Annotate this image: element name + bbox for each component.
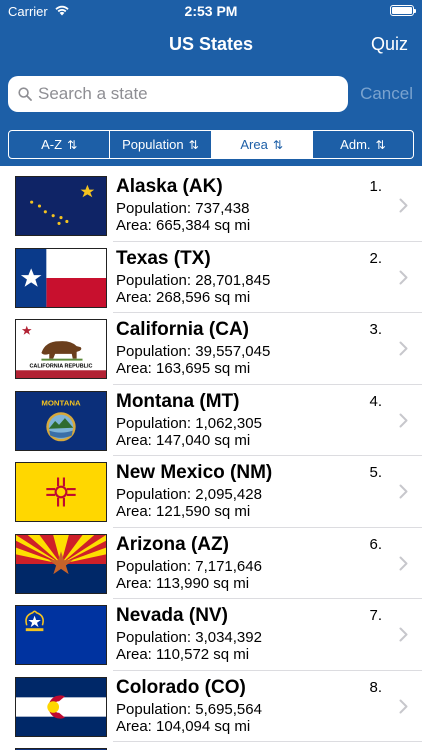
state-population: Population: 3,034,392 [116,629,262,646]
montana-flag-icon: MONTANA [15,390,107,451]
state-row-nevada[interactable]: Nevada (NV) Population: 3,034,392 Area: … [0,599,422,671]
state-row-montana[interactable]: MONTANA Montana (MT) Population: 1,062,3… [0,384,422,456]
search-row: Cancel [0,72,422,116]
state-row-partial[interactable] [0,742,422,750]
state-rank: 4. [369,392,382,410]
state-area: Area: 121,590 sq mi [116,503,251,520]
chevron-right-icon [399,198,408,213]
status-time: 2:53 PM [184,3,238,19]
state-name: Colorado (CO) [116,676,246,698]
state-population: Population: 1,062,305 [116,414,262,432]
navigation-bar: US States Quiz [0,24,422,64]
colorado-flag-icon [15,676,107,737]
segment-label: A-Z [41,137,63,152]
search-input[interactable] [38,76,338,112]
sort-area-segment[interactable]: Area ⇅ [211,131,313,158]
state-population: Population: 737,438 [116,200,250,217]
new-mexico-flag-icon [15,462,107,522]
header: Carrier 2:53 PM US States Quiz Cancel A-… [0,0,422,166]
state-rank: 2. [369,249,382,267]
state-name: Arizona (AZ) [116,533,229,555]
chevron-right-icon [399,556,408,570]
state-row-texas[interactable]: Texas (TX) Population: 28,701,845 Area: … [0,241,422,313]
state-name: California (CA) [116,319,249,340]
state-area: Area: 163,695 sq mi [116,360,251,377]
state-rank: 6. [369,535,382,553]
california-flag-icon: CALIFORNIA REPUBLIC [15,319,107,379]
state-area: Area: 147,040 sq mi [116,431,251,449]
quiz-button[interactable]: Quiz [371,34,408,55]
sort-population-segment[interactable]: Population ⇅ [110,131,212,158]
sort-icon: ⇅ [67,137,78,152]
state-name: Nevada (NV) [116,605,228,626]
state-row-colorado[interactable]: Colorado (CO) Population: 5,695,564 Area… [0,670,422,742]
state-rank: 8. [369,678,382,696]
state-area: Area: 113,990 sq mi [116,574,250,592]
state-name: New Mexico (NM) [116,462,273,483]
chevron-right-icon [399,484,408,499]
sort-icon: ⇅ [188,137,199,152]
segment-label: Area [240,137,268,152]
state-population: Population: 39,557,045 [116,343,271,360]
status-bar: Carrier 2:53 PM [0,0,422,22]
state-rank: 1. [369,178,382,195]
california-flag-text: CALIFORNIA REPUBLIC [29,363,92,369]
montana-flag-text: MONTANA [41,398,81,407]
cancel-button[interactable]: Cancel [360,84,413,104]
state-rank: 7. [369,607,382,624]
chevron-right-icon [399,270,408,284]
nevada-flag-icon [15,605,107,665]
state-row-alaska[interactable]: Alaska (AK) Population: 737,438 Area: 66… [0,170,422,242]
search-icon [18,87,32,101]
state-area: Area: 104,094 sq mi [116,717,251,735]
battery-icon [390,5,416,16]
state-area: Area: 665,384 sq mi [116,217,251,234]
arizona-flag-icon [15,533,107,594]
segment-label: Adm. [340,137,371,152]
segment-label: Population [122,137,184,152]
state-population: Population: 2,095,428 [116,486,262,503]
alaska-flag-icon [15,176,107,236]
sort-icon: ⇅ [272,137,283,152]
chevron-right-icon [399,627,408,642]
texas-flag-icon [15,247,107,308]
state-name: Texas (TX) [116,247,211,269]
chevron-right-icon [399,699,408,713]
state-name: Montana (MT) [116,390,240,412]
state-row-arizona[interactable]: Arizona (AZ) Population: 7,171,646 Area:… [0,527,422,599]
state-rank: 5. [369,464,382,481]
state-row-new-mexico[interactable]: New Mexico (NM) Population: 2,095,428 Ar… [0,456,422,528]
sort-admission-segment[interactable]: Adm. ⇅ [313,131,413,158]
sort-az-segment[interactable]: A-Z ⇅ [9,131,111,158]
state-area: Area: 110,572 sq mi [116,646,250,663]
sort-segmented-control: A-Z ⇅ Population ⇅ Area ⇅ Adm. ⇅ [8,130,414,159]
chevron-right-icon [399,341,408,356]
state-rank: 3. [369,321,382,338]
search-field[interactable] [8,76,348,112]
state-population: Population: 7,171,646 [116,557,262,575]
state-population: Population: 5,695,564 [116,700,262,718]
state-row-california[interactable]: CALIFORNIA REPUBLIC California (CA) Popu… [0,313,422,385]
chevron-right-icon [399,413,408,427]
page-title: US States [168,34,254,54]
state-area: Area: 268,596 sq mi [116,288,251,306]
state-name: Alaska (AK) [116,176,223,197]
state-population: Population: 28,701,845 [116,271,271,289]
sort-icon: ⇅ [375,137,386,152]
